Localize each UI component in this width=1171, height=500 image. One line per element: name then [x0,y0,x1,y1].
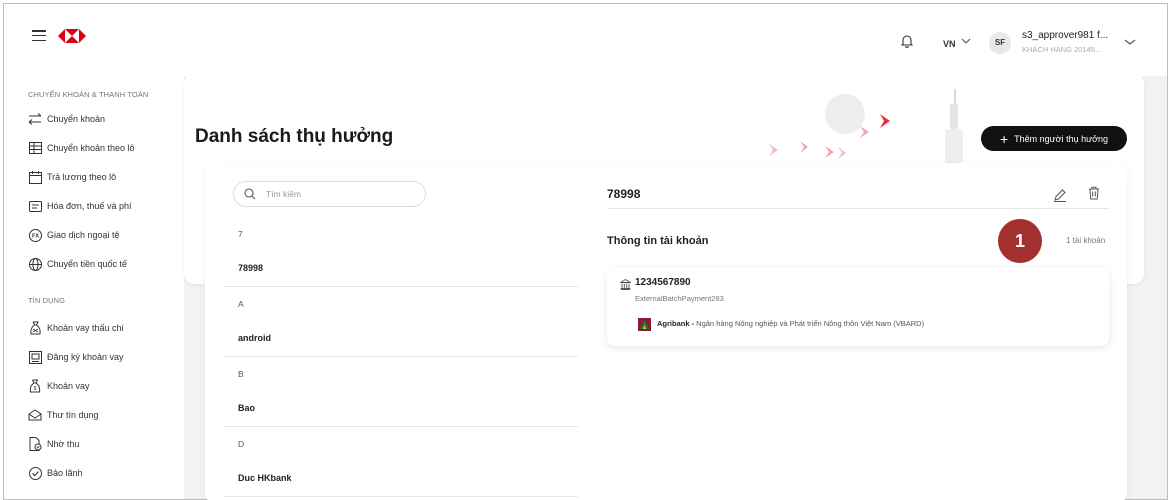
chevron-down-icon[interactable] [961,37,971,45]
search-input[interactable] [266,189,406,199]
section-title-credit: TÍN DỤNG [28,296,66,305]
invoice-icon [28,199,42,213]
sidebar-item-label: Đăng ký khoản vay [47,352,124,362]
bell-icon[interactable] [901,34,913,48]
transfer-arrows-icon [28,112,42,126]
account-description: ExternalBatchPayment283 [635,294,724,303]
group-letter: 7 [238,229,243,239]
sidebar-item-loan-register[interactable]: Đăng ký khoản vay [28,349,124,365]
sidebar-item-international[interactable]: Chuyển tiền quốc tế [28,256,127,272]
divider [224,286,578,287]
chevron-down-icon[interactable] [1124,38,1136,46]
account-info-title: Thông tin tài khoản [607,235,709,247]
sidebar-item-fx[interactable]: FX Giao dịch ngoại tệ [28,227,120,243]
sidebar-item-label: Thư tín dụng [47,410,99,420]
sidebar-item-label: Chuyển khoản [47,114,106,124]
calendar-icon [28,170,42,184]
trash-icon[interactable] [1088,186,1100,200]
sidebar-item-label: Khoản vay [47,381,90,391]
sidebar-item-loans[interactable]: $ Khoản vay [28,378,90,394]
svg-text:FX: FX [31,233,38,239]
add-beneficiary-label: Thêm người thụ hưởng [1014,133,1109,144]
beneficiary-item[interactable]: Bao [238,403,255,413]
sidebar-item-label: Bảo lãnh [47,468,83,478]
sidebar-item-overdraft[interactable]: Khoản vay thấu chi [28,320,124,336]
sidebar-item-label: Khoản vay thấu chi [47,323,124,333]
plus-icon: + [999,130,1009,147]
page-title: Danh sách thụ hưởng [195,126,394,147]
sidebar-item-collection[interactable]: Nhờ thu [28,436,79,452]
check-circle-icon [28,466,42,480]
sidebar-item-label: Nhờ thu [47,439,80,449]
sidebar-item-batch-transfer[interactable]: Chuyển khoản theo lô [28,140,135,156]
sidebar-item-label: Giao dịch ngoại tệ [47,230,120,240]
top-bar: VN SF s3_approver981 f... KHÁCH HÀNG 201… [4,4,1167,76]
sidebar-item-label: Hóa đơn, thuế và phí [47,201,132,211]
group-letter: A [238,299,244,309]
sidebar-item-label: Trả lương theo lô [47,172,117,182]
divider [224,426,578,427]
agribank-logo [638,318,651,331]
beneficiary-item[interactable]: 78998 [238,263,263,273]
edit-pencil-icon[interactable] [1053,188,1067,202]
hsbc-logo [58,29,86,43]
bank-building-icon [620,279,631,290]
menu-icon[interactable] [32,30,46,42]
envelope-icon [28,408,42,422]
sidebar-item-letter-of-credit[interactable]: Thư tín dụng [28,407,99,423]
overdraft-icon [28,321,42,335]
sidebar-item-label: Chuyển tiền quốc tế [47,259,128,269]
user-customer-id: KHÁCH HÀNG 20145... [1022,45,1102,54]
beneficiary-name: 78998 [607,187,641,201]
account-number: 1234567890 [635,277,691,288]
sidebar-item-guarantee[interactable]: Bảo lãnh [28,465,83,481]
batch-table-icon [28,141,42,155]
group-letter: D [238,439,245,449]
divider [224,356,578,357]
section-title-transfers: CHUYỂN KHOẢN & THANH TOÁN [28,90,149,99]
decorative-illustration [769,89,963,174]
group-letter: B [238,369,244,379]
search-box[interactable] [233,181,426,207]
beneficiary-item[interactable]: android [238,333,271,343]
bank-full-name: Ngân hàng Nông nghiệp và Phát triển Nông… [694,319,925,328]
bank-short-name: Agribank - [657,319,695,328]
user-name[interactable]: s3_approver981 f... [1022,30,1108,41]
sidebar-item-batch-payroll[interactable]: Trả lương theo lô [28,169,116,185]
globe-icon [28,257,42,271]
beneficiary-item[interactable]: Duc HKbank [238,473,292,483]
collection-doc-icon [28,437,42,451]
annotation-badge: 1 [998,219,1042,263]
search-icon [244,188,256,200]
sidebar-item-label: Chuyển khoản theo lô [47,143,135,153]
avatar[interactable]: SF [989,32,1011,54]
divider [224,496,578,497]
account-count: 1 tài khoản [1066,236,1106,245]
language-selector[interactable]: VN [943,39,956,49]
add-beneficiary-button[interactable]: + Thêm người thụ hưởng [981,126,1127,151]
money-bag-icon: $ [28,379,42,393]
sidebar-item-transfer[interactable]: Chuyển khoản [28,111,105,127]
divider [607,208,1109,209]
fx-icon: FX [28,228,42,242]
bank-name: Agribank - Ngân hàng Nông nghiệp và Phát… [657,319,924,328]
sidebar-item-bills[interactable]: Hóa đơn, thuế và phí [28,198,131,214]
svg-text:$: $ [34,386,37,392]
loan-register-icon [28,350,42,364]
